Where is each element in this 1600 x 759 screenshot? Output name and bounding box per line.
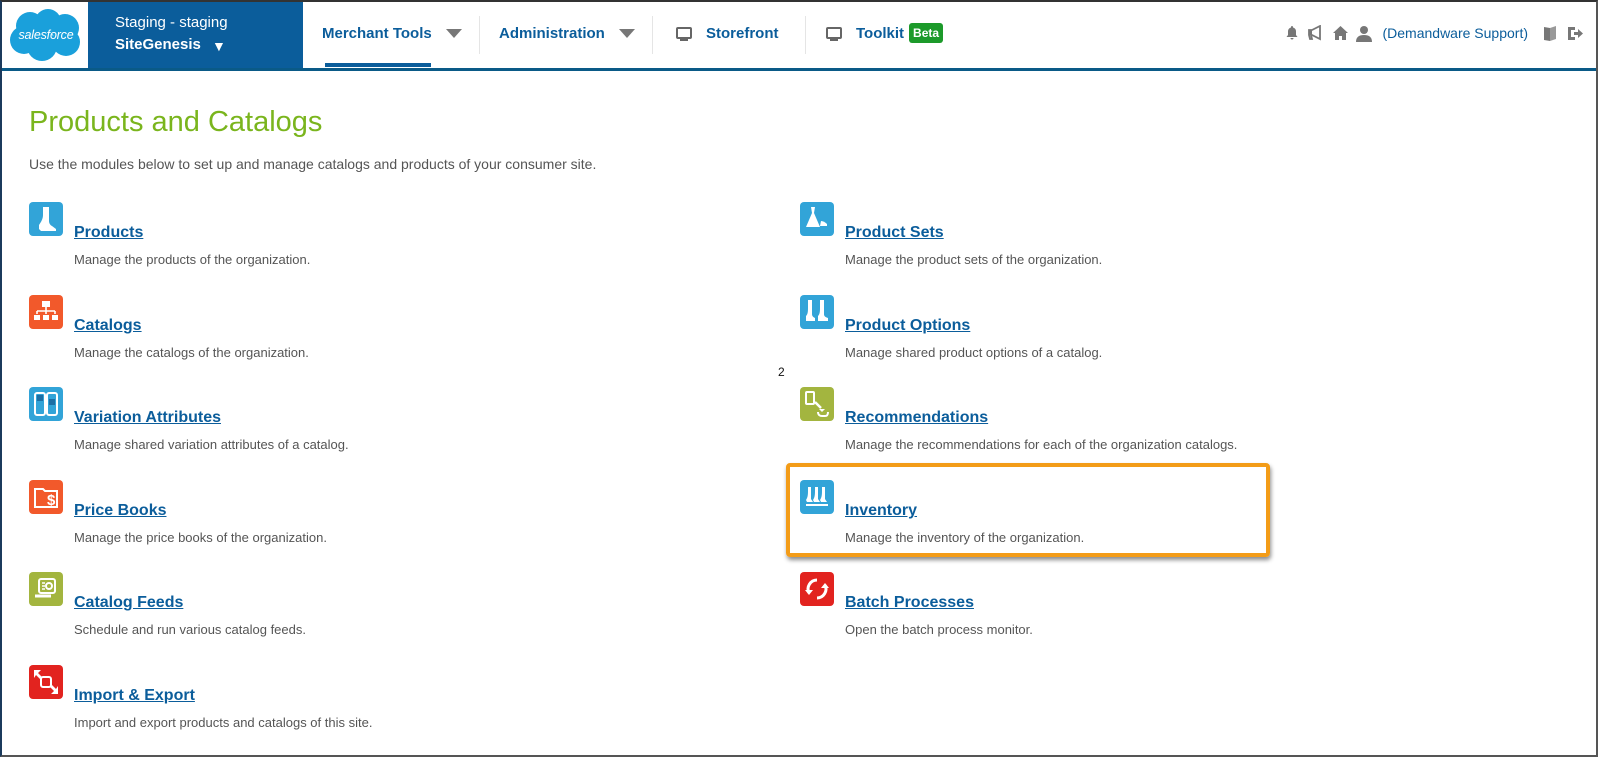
nav-label: Merchant Tools <box>322 24 432 42</box>
module-recommendations: Recommendations Manage the recommendatio… <box>800 387 1280 467</box>
price-books-link[interactable]: Price Books <box>74 502 166 520</box>
logout-icon[interactable] <box>1565 24 1583 42</box>
active-tab-indicator <box>325 63 431 67</box>
variation-icon[interactable] <box>29 387 63 421</box>
module-batch-processes: Batch Processes Open the batch process m… <box>800 572 1280 652</box>
megaphone-icon[interactable] <box>1307 24 1325 42</box>
boots-icon[interactable] <box>800 295 834 329</box>
monitor-icon <box>826 26 842 41</box>
module-product-sets: Product Sets Manage the product sets of … <box>800 202 1280 282</box>
feed-icon[interactable] <box>29 572 63 606</box>
site-selector[interactable]: Staging - staging SiteGenesis ▼ <box>88 2 303 68</box>
module-description: Manage the product sets of the organizat… <box>845 252 1103 267</box>
user-icon[interactable] <box>1355 24 1373 42</box>
logo-text: salesforce <box>18 28 74 42</box>
page-title: Products and Catalogs <box>29 106 323 138</box>
product-sets-link[interactable]: Product Sets <box>845 224 944 242</box>
variation-attributes-link[interactable]: Variation Attributes <box>74 409 221 427</box>
home-icon[interactable] <box>1331 24 1349 42</box>
module-products: Products Manage the products of the orga… <box>29 202 509 282</box>
module-variation-attributes: Variation Attributes Manage shared varia… <box>29 387 509 467</box>
product-options-link[interactable]: Product Options <box>845 317 970 335</box>
module-inventory: Inventory Manage the inventory of the or… <box>800 480 1280 560</box>
salesforce-logo[interactable]: salesforce <box>2 2 90 68</box>
instance-name: Staging - staging <box>115 14 228 31</box>
module-description: Manage the catalogs of the organization. <box>74 345 309 360</box>
nav-divider <box>479 16 480 54</box>
monitor-icon <box>676 26 692 41</box>
module-description: Manage the recommendations for each of t… <box>845 437 1238 452</box>
svg-text:$: $ <box>47 492 56 509</box>
module-description: Open the batch process monitor. <box>845 622 1033 637</box>
page-description: Use the modules below to set up and mana… <box>29 156 597 172</box>
module-description: Manage the price books of the organizati… <box>74 530 327 545</box>
nav-label: Storefront <box>706 24 779 42</box>
dress-icon[interactable] <box>800 202 834 236</box>
nav-toolkit[interactable]: Toolkit Beta <box>826 0 944 66</box>
catalog-feeds-link[interactable]: Catalog Feeds <box>74 594 183 612</box>
module-catalogs: Catalogs Manage the catalogs of the orga… <box>29 295 509 375</box>
nav-divider <box>652 16 653 54</box>
products-link[interactable]: Products <box>74 224 143 242</box>
recommendation-icon[interactable] <box>800 387 834 421</box>
nav-merchant-tools[interactable]: Merchant Tools <box>322 0 462 66</box>
bell-icon[interactable] <box>1283 24 1301 42</box>
module-description: Manage the products of the organization. <box>74 252 311 267</box>
nav-label: Toolkit <box>856 24 905 42</box>
recommendations-link[interactable]: Recommendations <box>845 409 988 427</box>
caret-down-icon <box>445 28 462 38</box>
module-description: Schedule and run various catalog feeds. <box>74 622 306 637</box>
nav-label: Administration <box>499 24 605 42</box>
user-name-link[interactable]: (Demandware Support) <box>1382 25 1528 41</box>
price-book-icon[interactable]: $ <box>29 480 63 514</box>
module-product-options: Product Options Manage shared product op… <box>800 295 1280 375</box>
module-import-export: Import & Export Import and export produc… <box>29 665 509 745</box>
nav-divider <box>805 16 806 54</box>
nav-storefront[interactable]: Storefront <box>676 0 779 66</box>
module-price-books: $ Price Books Manage the price books of … <box>29 480 509 560</box>
import-export-icon[interactable] <box>29 665 63 699</box>
module-description: Manage shared variation attributes of a … <box>74 437 349 452</box>
inventory-icon[interactable] <box>800 480 834 514</box>
nav-administration[interactable]: Administration <box>499 0 635 66</box>
refresh-icon[interactable] <box>800 572 834 606</box>
module-description: Manage the inventory of the organization… <box>845 530 1085 545</box>
beta-badge: Beta <box>909 23 944 43</box>
site-name: SiteGenesis <box>115 36 201 53</box>
caret-down-icon <box>618 28 635 38</box>
hierarchy-icon[interactable] <box>29 295 63 329</box>
module-catalog-feeds: Catalog Feeds Schedule and run various c… <box>29 572 509 652</box>
boot-icon[interactable] <box>29 202 63 236</box>
module-description: Manage shared product options of a catal… <box>845 345 1103 360</box>
import-export-link[interactable]: Import & Export <box>74 687 195 705</box>
caret-down-icon: ▼ <box>212 38 226 54</box>
batch-processes-link[interactable]: Batch Processes <box>845 594 974 612</box>
module-description: Import and export products and catalogs … <box>74 715 373 730</box>
inventory-link[interactable]: Inventory <box>845 502 917 520</box>
catalogs-link[interactable]: Catalogs <box>74 317 142 335</box>
utility-bar: (Demandware Support) <box>1280 0 1586 66</box>
book-icon[interactable] <box>1541 24 1559 42</box>
page-marker: 2 <box>778 365 785 379</box>
